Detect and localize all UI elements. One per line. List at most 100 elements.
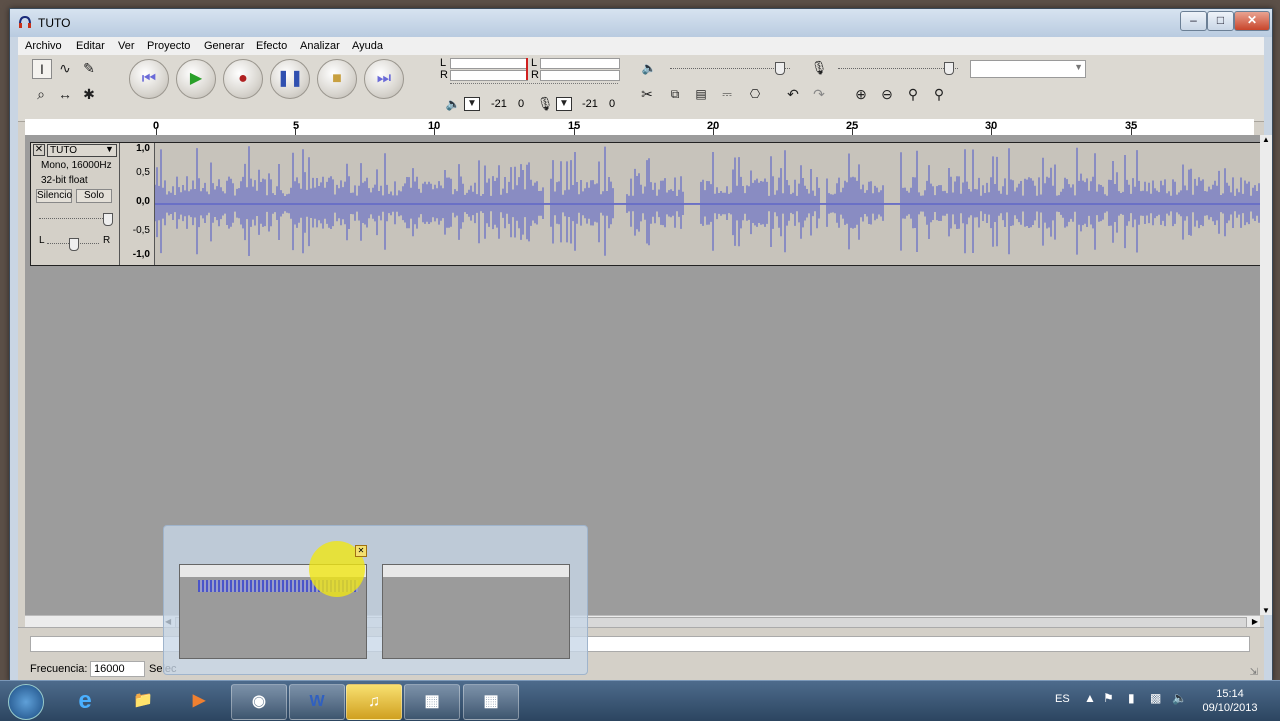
menu-proyecto[interactable]: Proyecto [147,40,190,52]
minimize-button[interactable]: – [1180,11,1207,31]
menu-archivo[interactable]: Archivo [25,40,62,52]
show-hidden-icons-icon[interactable]: ▲ [1084,691,1096,705]
scroll-right-icon[interactable]: ▶ [1252,617,1258,626]
record-meter-left[interactable] [540,58,620,69]
playback-meter-right[interactable] [450,70,528,81]
clock-time: 15:14 [1216,688,1244,700]
scroll-up-icon[interactable]: ▲ [1262,135,1270,144]
skip-end-button[interactable]: ⏭ [364,59,404,99]
menu-bar: Archivo Editar Ver Proyecto Generar Efec… [18,37,1264,55]
selection-tool-icon[interactable]: I [32,59,52,79]
input-volume-slider[interactable] [838,68,958,70]
menu-ayuda[interactable]: Ayuda [352,40,383,52]
start-button[interactable] [8,684,44,720]
chrome-icon[interactable]: ◉ [231,684,287,720]
solo-button[interactable]: Solo [76,189,112,203]
gain-knob[interactable] [103,213,113,226]
ruler-tick [852,127,853,135]
audacity-icon[interactable]: ♫ [346,684,402,720]
scroll-down-icon[interactable]: ▼ [1262,606,1270,615]
fit-project-icon[interactable]: ⚲ [930,85,948,103]
rate-label: Frecuencia: [30,663,88,675]
rec-meter-l-label: L [531,57,538,69]
window-preview-2[interactable] [382,564,570,659]
rate-input[interactable]: 16000 [90,661,145,677]
playback-meter-left[interactable] [450,58,528,69]
timeshift-tool-icon[interactable]: ↔ [56,85,74,103]
paste-icon[interactable]: ▤ [692,85,710,103]
undo-icon[interactable]: ↶ [784,85,802,103]
multi-tool-icon[interactable]: ✱ [80,85,98,103]
menu-analizar[interactable]: Analizar [300,40,340,52]
resize-grip-icon[interactable]: ⇲ [1250,667,1258,678]
play-button[interactable]: ▶ [176,59,216,99]
redo-icon[interactable]: ↷ [810,85,828,103]
media-player-icon[interactable]: ▶ [172,684,226,718]
network-icon[interactable]: ▩ [1150,691,1161,705]
waveform[interactable] [155,143,1261,265]
meter-dropdown-icon[interactable]: ▼ [464,97,480,111]
scale-label: -0,5 [132,225,150,236]
meter-ticks [450,83,618,90]
record-button[interactable]: ● [223,59,263,99]
timeline-ruler[interactable]: 0 5 10 15 20 25 30 35 [25,119,1254,136]
trim-icon[interactable]: ⎓ [718,85,736,103]
zoom-tool-icon[interactable]: ⌕ [32,85,50,103]
toolbar: I ∿ ✎ ⌕ ↔ ✱ ⏮ ▶ ● ❚❚ ■ ⏭ L R L R 🔈 ▼ -21 [18,55,1264,122]
copy-icon[interactable]: ⧉ [666,85,684,103]
track-control-panel: ✕ TUTO ▼ Mono, 16000Hz 32-bit float Sile… [31,143,120,265]
vertical-scrollbar[interactable]: ▲ ▼ [1260,135,1272,615]
meter-zero-left: 0 [518,98,525,110]
output-volume-knob[interactable] [775,62,785,75]
rec-meter-r-label: R [531,69,539,81]
track-close-icon[interactable]: ✕ [33,144,45,156]
word-icon[interactable]: W [289,684,345,720]
action-center-icon[interactable]: ⚑ [1103,691,1114,705]
ruler-tick [1131,127,1132,135]
gain-slider[interactable] [39,218,109,220]
headphones-icon [19,15,31,28]
menu-generar[interactable]: Generar [204,40,244,52]
clock[interactable]: 15:14 09/10/2013 [1190,687,1270,715]
stop-button[interactable]: ■ [317,59,357,99]
pause-button[interactable]: ❚❚ [270,59,310,99]
rec-meter-dropdown-icon[interactable]: ▼ [556,97,572,111]
silence-icon[interactable]: ⎔ [746,85,764,103]
select-arrow-icon: ▼ [1074,62,1083,72]
envelope-tool-icon[interactable]: ∿ [56,59,74,77]
maximize-button[interactable]: □ [1207,11,1234,31]
menu-editar[interactable]: Editar [76,40,105,52]
fit-selection-icon[interactable]: ⚲ [904,85,922,103]
menu-efecto[interactable]: Efecto [256,40,287,52]
language-indicator[interactable]: ES [1055,693,1070,705]
taskbar-preview-popup[interactable]: ✕ [163,525,588,675]
draw-tool-icon[interactable]: ✎ [80,59,98,77]
ruler-tick [713,127,714,135]
internet-explorer-icon[interactable]: e [58,684,112,718]
clock-date: 09/10/2013 [1202,702,1258,714]
file-explorer-icon[interactable]: 📁 [116,684,170,718]
output-volume-slider[interactable] [670,68,790,70]
preview-close-icon[interactable]: ✕ [355,545,367,557]
pan-knob[interactable] [69,238,79,251]
menu-ver[interactable]: Ver [118,40,135,52]
output-volume-icon: 🔈 [641,61,657,75]
record-meter-right[interactable] [540,70,620,81]
ruler-tick [156,127,157,135]
zoom-in-icon[interactable]: ⊕ [852,85,870,103]
zoom-out-icon[interactable]: ⊖ [878,85,896,103]
close-button[interactable]: ✕ [1234,11,1270,31]
input-source-select[interactable]: ▼ [970,60,1086,78]
audio-track[interactable]: ✕ TUTO ▼ Mono, 16000Hz 32-bit float Sile… [30,142,1263,266]
meter-r-label: R [440,69,448,81]
input-volume-knob[interactable] [944,62,954,75]
cut-icon[interactable]: ✂ [638,85,656,103]
app-icon-2[interactable]: ▦ [463,684,519,720]
app-icon-1[interactable]: ▦ [404,684,460,720]
skip-start-button[interactable]: ⏮ [129,59,169,99]
scale-label: 0,0 [136,196,150,207]
title-bar[interactable]: TUTO – □ ✕ [10,9,1272,37]
battery-icon[interactable]: ▮ [1128,691,1135,705]
volume-icon[interactable]: 🔈 [1172,691,1187,705]
mute-button[interactable]: Silencio [36,189,72,203]
